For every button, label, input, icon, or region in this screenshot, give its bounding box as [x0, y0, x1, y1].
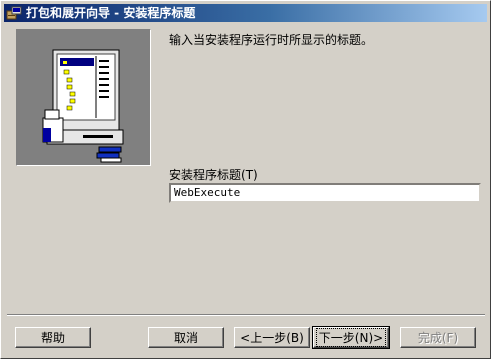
finish-button-label: 完成(F): [417, 331, 459, 345]
back-button[interactable]: <上一步(B): [234, 327, 310, 348]
window-title: 打包和展开向导 - 安装程序标题: [26, 6, 196, 20]
package-wizard-icon: [6, 6, 22, 20]
wizard-illustration: [16, 29, 151, 166]
wizard-window: 打包和展开向导 - 安装程序标题 输入当安装程序运行时所显示的标题。 安装程序标…: [0, 0, 491, 359]
button-separator-highlight: [7, 315, 485, 316]
setup-title-label: 安装程序标题(T): [169, 166, 258, 183]
instruction-text: 输入当安装程序运行时所显示的标题。: [169, 33, 374, 47]
setup-title-label-accel: (T): [241, 168, 258, 182]
computer-setup-icon: [42, 49, 124, 163]
back-button-label: <上一步(B): [240, 331, 304, 345]
finish-button: 完成(F): [400, 327, 476, 348]
help-button[interactable]: 帮助: [15, 327, 91, 348]
setup-title-input[interactable]: WebExecute: [169, 183, 481, 203]
cancel-button-label: 取消: [173, 331, 198, 345]
next-button[interactable]: 下一步(N)>: [312, 326, 390, 349]
setup-title-label-text: 安装程序标题: [169, 168, 242, 182]
title-bar[interactable]: 打包和展开向导 - 安装程序标题: [4, 4, 487, 22]
help-button-label: 帮助: [40, 331, 65, 345]
cancel-button[interactable]: 取消: [148, 327, 224, 348]
next-button-label: 下一步(N)>: [315, 328, 387, 347]
